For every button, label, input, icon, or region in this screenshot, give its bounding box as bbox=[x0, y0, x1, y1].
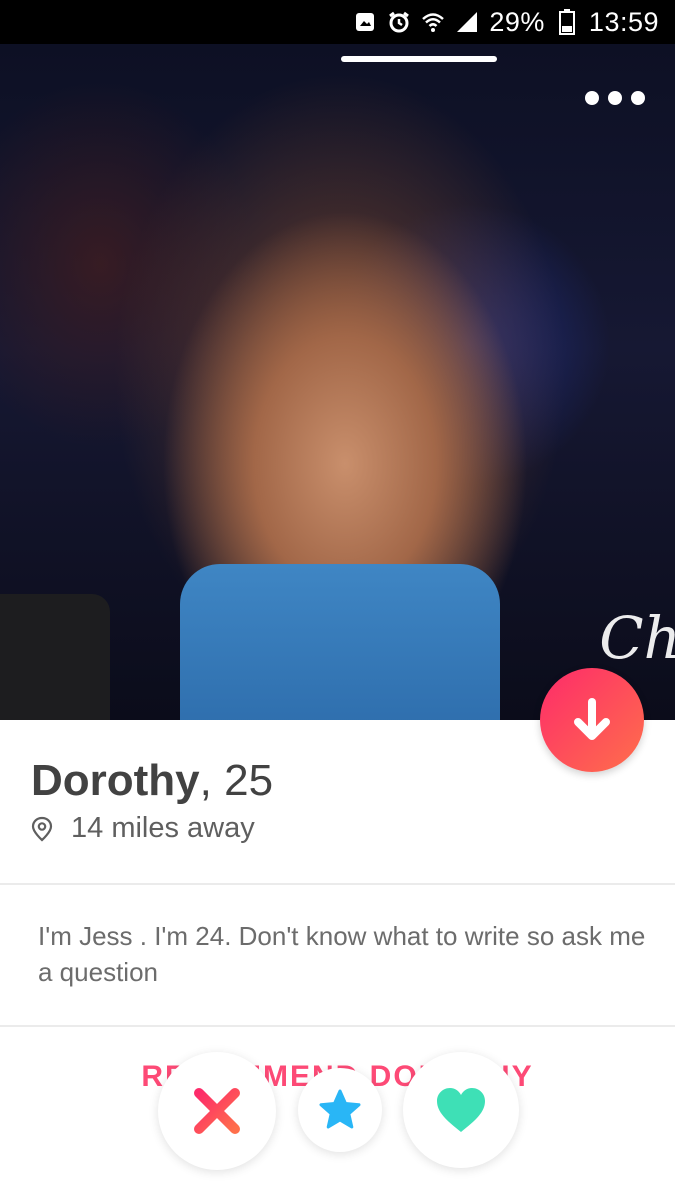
like-button[interactable] bbox=[403, 1052, 519, 1168]
more-options-button[interactable] bbox=[585, 86, 645, 110]
super-like-button[interactable] bbox=[298, 1068, 382, 1152]
distance-text: 14 miles away bbox=[71, 812, 255, 844]
collapse-profile-button[interactable] bbox=[540, 668, 644, 772]
profile-name: Dorothy bbox=[31, 756, 200, 805]
heart-icon bbox=[437, 1088, 485, 1132]
location-pin-icon bbox=[31, 816, 53, 841]
more-dot-icon bbox=[608, 91, 622, 105]
more-dot-icon bbox=[585, 91, 599, 105]
profile-photo[interactable]: Ch bbox=[0, 44, 675, 720]
nope-button[interactable] bbox=[158, 1052, 276, 1170]
background-chair bbox=[0, 594, 110, 720]
status-bar: 29% 13:59 bbox=[0, 0, 675, 44]
star-icon bbox=[319, 1089, 361, 1129]
wifi-icon bbox=[421, 10, 445, 34]
divider bbox=[0, 1025, 675, 1027]
photo-page-indicator bbox=[341, 56, 497, 62]
profile-name-age: Dorothy, 25 bbox=[31, 756, 273, 806]
profile-age: , 25 bbox=[199, 756, 274, 805]
battery-percentage: 29% bbox=[489, 6, 545, 37]
signal-icon bbox=[455, 10, 479, 34]
close-icon bbox=[194, 1088, 240, 1134]
photo-watermark: Ch bbox=[599, 604, 675, 672]
alarm-icon bbox=[387, 10, 411, 34]
divider bbox=[0, 883, 675, 885]
distance-row: 14 miles away bbox=[31, 812, 255, 845]
arrow-down-icon bbox=[574, 698, 610, 740]
image-notification-icon bbox=[353, 10, 377, 34]
clock: 13:59 bbox=[588, 6, 659, 37]
battery-icon bbox=[555, 9, 579, 35]
photo-subject-dress bbox=[180, 564, 500, 720]
profile-bio: I'm Jess . I'm 24. Don't know what to wr… bbox=[38, 921, 646, 987]
more-dot-icon bbox=[631, 91, 645, 105]
